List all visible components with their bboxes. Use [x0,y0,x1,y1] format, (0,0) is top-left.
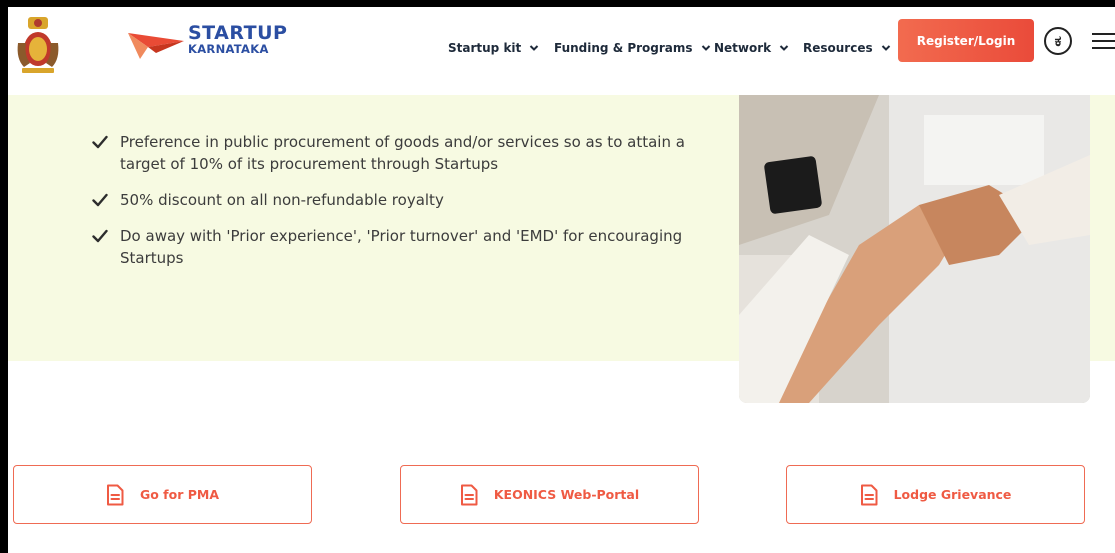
chevron-down-icon [779,45,789,51]
nav-funding-programs[interactable]: Funding & Programs [554,41,711,55]
handshake-photo [739,95,1090,403]
brand-wordmark[interactable]: STARTUP KARNATAKA [188,24,287,56]
handshake-illustration-icon [739,95,1090,403]
nav-network[interactable]: Network [714,41,789,55]
nav-resources[interactable]: Resources [803,41,891,55]
nav-label: Network [714,41,772,55]
nav-label: Funding & Programs [554,41,693,55]
nav-startup-kit[interactable]: Startup kit [448,41,539,55]
register-login-label: Register/Login [916,33,1016,48]
checkmark-icon [92,229,108,243]
brand-line1: STARTUP [188,22,288,44]
site-header: STARTUP KARNATAKA Startup kit Funding & … [8,7,1115,95]
keonics-web-portal-button[interactable]: KEONICS Web-Portal [400,465,699,524]
document-icon [460,484,478,505]
checkmark-icon [92,135,108,149]
benefit-item: Preference in public procurement of good… [92,131,692,175]
chevron-down-icon [530,45,539,51]
document-icon [106,484,124,505]
menu-hamburger-icon[interactable] [1092,33,1115,49]
benefit-text: Do away with 'Prior experience', 'Prior … [120,227,683,267]
window-frame-top [0,0,1115,7]
chevron-down-icon [701,45,710,51]
keonics-web-portal-label: KEONICS Web-Portal [493,487,640,502]
brand-line2: KARNATAKA [188,42,269,56]
nav-label: Startup kit [448,41,522,55]
lodge-grievance-label: Lodge Grievance [893,487,1012,502]
kannada-glyph: ಕ [1054,32,1062,50]
language-toggle-button[interactable]: ಕ [1044,27,1072,55]
nav-label: Resources [803,41,873,55]
benefit-item: 50% discount on all non-refundable royal… [92,189,692,211]
benefits-list: Preference in public procurement of good… [92,131,692,283]
document-icon [860,484,878,505]
go-for-pma-label: Go for PMA [139,487,220,502]
checkmark-icon [92,193,108,207]
window-frame-left [0,0,8,553]
benefit-item: Do away with 'Prior experience', 'Prior … [92,225,692,269]
startup-karnataka-logo-icon[interactable] [126,27,188,61]
benefit-text: 50% discount on all non-refundable royal… [120,191,444,209]
go-for-pma-button[interactable]: Go for PMA [13,465,312,524]
karnataka-emblem-icon [17,17,59,73]
benefit-text: Preference in public procurement of good… [120,133,685,173]
lodge-grievance-button[interactable]: Lodge Grievance [786,465,1085,524]
chevron-down-icon [881,45,890,51]
register-login-button[interactable]: Register/Login [898,19,1034,62]
